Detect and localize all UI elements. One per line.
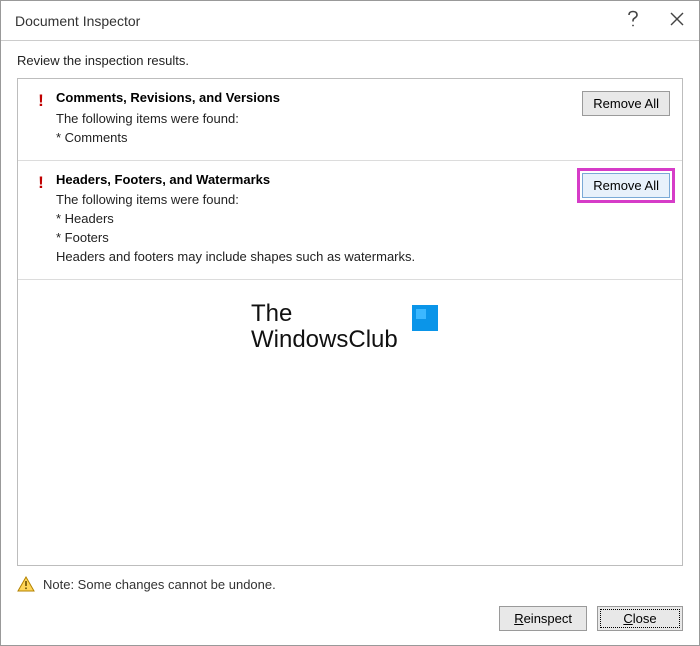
result-line: The following items were found: — [56, 110, 574, 129]
close-button[interactable]: Close — [597, 606, 683, 631]
help-icon — [627, 10, 639, 32]
help-button[interactable] — [611, 1, 655, 41]
remove-all-button[interactable]: Remove All — [582, 91, 670, 116]
dialog-title: Document Inspector — [15, 13, 611, 29]
reinspect-button[interactable]: Reinspect — [499, 606, 587, 631]
result-body: Headers, Footers, and Watermarks The fol… — [52, 171, 582, 267]
titlebar: Document Inspector — [1, 1, 699, 41]
note-row: Note: Some changes cannot be undone. — [17, 576, 683, 606]
result-body: Comments, Revisions, and Versions The fo… — [52, 89, 582, 148]
result-line: * Footers — [56, 229, 574, 248]
result-line: Headers and footers may include shapes s… — [56, 248, 574, 267]
document-inspector-dialog: Document Inspector Review the inspection… — [0, 0, 700, 646]
alert-icon: ! — [30, 89, 52, 111]
result-title: Comments, Revisions, and Versions — [56, 89, 574, 108]
warning-icon — [17, 576, 35, 592]
result-line: The following items were found: — [56, 191, 574, 210]
dialog-footer: Note: Some changes cannot be undone. Rei… — [1, 566, 699, 645]
subtitle: Review the inspection results. — [1, 41, 699, 78]
result-item-headers: ! Headers, Footers, and Watermarks The f… — [18, 161, 682, 280]
alert-icon: ! — [30, 171, 52, 193]
button-row: Reinspect Close — [17, 606, 683, 631]
result-line: * Comments — [56, 129, 574, 148]
results-panel: ! Comments, Revisions, and Versions The … — [17, 78, 683, 566]
close-window-button[interactable] — [655, 1, 699, 41]
result-title: Headers, Footers, and Watermarks — [56, 171, 574, 190]
note-text: Note: Some changes cannot be undone. — [43, 577, 276, 592]
result-item-comments: ! Comments, Revisions, and Versions The … — [18, 79, 682, 161]
result-line: * Headers — [56, 210, 574, 229]
close-icon — [670, 12, 684, 30]
remove-all-button-highlighted[interactable]: Remove All — [582, 173, 670, 198]
